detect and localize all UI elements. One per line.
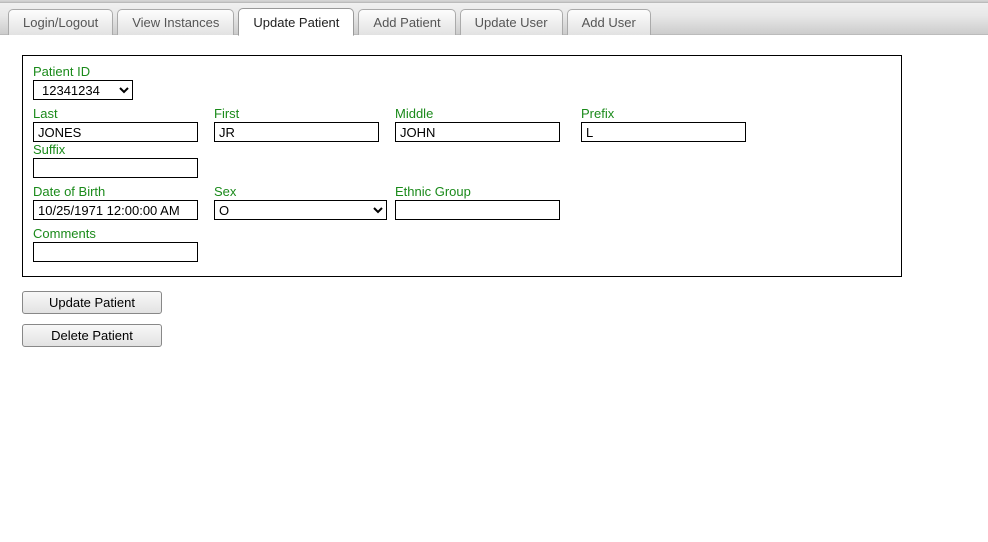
prefix-label: Prefix xyxy=(581,106,759,121)
comments-input[interactable] xyxy=(33,242,198,262)
prefix-input[interactable] xyxy=(581,122,746,142)
patient-form-panel: Patient ID 12341234 Last First Middle Pr… xyxy=(22,55,902,277)
delete-patient-button[interactable]: Delete Patient xyxy=(22,324,162,347)
middle-input[interactable] xyxy=(395,122,560,142)
tab-update-patient[interactable]: Update Patient xyxy=(238,8,354,36)
first-input[interactable] xyxy=(214,122,379,142)
last-label: Last xyxy=(33,106,206,121)
comments-label: Comments xyxy=(33,226,198,241)
update-patient-button[interactable]: Update Patient xyxy=(22,291,162,314)
tab-login-logout[interactable]: Login/Logout xyxy=(8,9,113,35)
sex-label: Sex xyxy=(214,184,387,199)
tab-view-instances[interactable]: View Instances xyxy=(117,9,234,35)
patient-id-label: Patient ID xyxy=(33,64,133,79)
tab-add-user[interactable]: Add User xyxy=(567,9,651,35)
middle-label: Middle xyxy=(395,106,573,121)
first-label: First xyxy=(214,106,387,121)
tab-add-patient[interactable]: Add Patient xyxy=(358,9,455,35)
dob-input[interactable] xyxy=(33,200,198,220)
dob-label: Date of Birth xyxy=(33,184,206,199)
last-input[interactable] xyxy=(33,122,198,142)
ethnic-group-label: Ethnic Group xyxy=(395,184,573,199)
content-area: Patient ID 12341234 Last First Middle Pr… xyxy=(0,35,988,367)
ethnic-group-input[interactable] xyxy=(395,200,560,220)
suffix-label: Suffix xyxy=(33,142,198,157)
tab-strip: Login/Logout View Instances Update Patie… xyxy=(0,3,988,35)
patient-id-select[interactable]: 12341234 xyxy=(33,80,133,100)
sex-select[interactable]: O xyxy=(214,200,387,220)
suffix-input[interactable] xyxy=(33,158,198,178)
tab-update-user[interactable]: Update User xyxy=(460,9,563,35)
